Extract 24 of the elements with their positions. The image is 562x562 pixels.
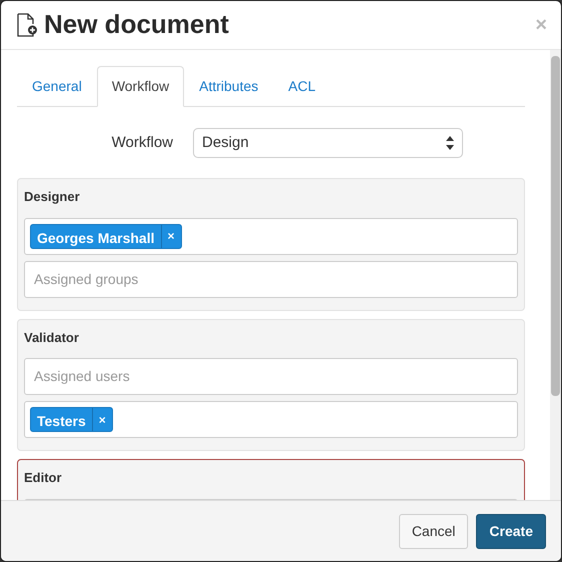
new-document-icon [16,13,38,37]
input-field[interactable]: Assigned groups [24,260,518,298]
panel-title: Validator [24,328,80,346]
cancel-button[interactable]: Cancel [398,514,468,548]
remove-tag-button[interactable]: × [92,408,112,431]
panel-title: Editor [24,469,63,487]
tab[interactable]: Workflow [96,66,184,107]
workflow-select[interactable]: Design [193,128,463,158]
field-label: Workflow [110,132,174,153]
tab[interactable]: Attributes [184,66,274,107]
scrollbar[interactable] [550,50,561,500]
tag-input-field[interactable]: Testers × [24,401,518,438]
scrollbar-thumb[interactable] [551,56,560,396]
tab[interactable]: ACL [273,66,330,107]
panel-title: Designer [24,188,81,206]
input-field[interactable]: Assigned users [24,358,518,395]
tag-input-field[interactable]: Georges Marshall × [24,218,518,254]
tag-label: Testers [36,412,87,431]
tag-label: Georges Marshall [36,228,156,248]
tab[interactable]: General [17,66,97,107]
remove-tag-button[interactable]: × [160,224,181,248]
up-down-arrows-icon [446,136,454,150]
create-button[interactable]: Create [476,514,546,548]
dialog-title: New document [44,9,229,41]
